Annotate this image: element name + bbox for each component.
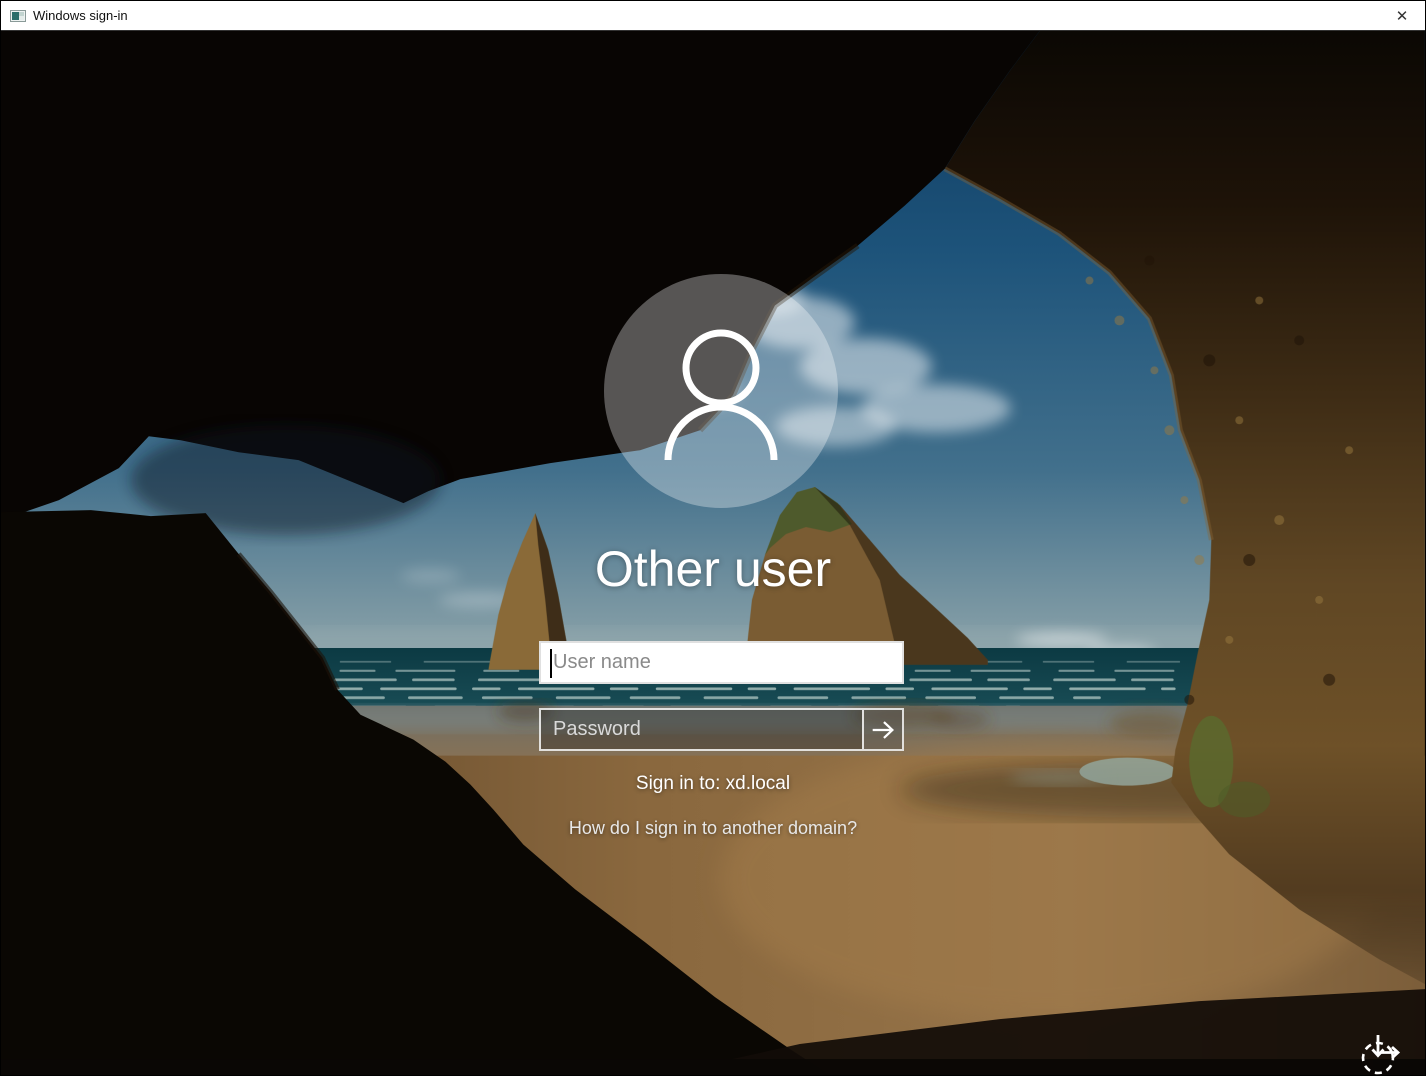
password-field-wrap: [539, 708, 904, 751]
sign-in-domain-text: Sign in to: xd.local: [1, 773, 1425, 795]
person-icon: [604, 274, 838, 508]
password-input[interactable]: [541, 710, 862, 749]
submit-button[interactable]: [862, 710, 902, 749]
windows-sign-in-window: Windows sign-in ✕: [0, 0, 1426, 1076]
close-icon: ✕: [1396, 7, 1409, 25]
sign-in-screen: Other user Sign in to: xd.local How do I…: [1, 31, 1425, 1075]
user-tile-label: Other user: [1, 540, 1425, 598]
username-input[interactable]: [541, 643, 902, 682]
titlebar[interactable]: Windows sign-in ✕: [1, 1, 1425, 31]
domain-help-link[interactable]: How do I sign in to another domain?: [1, 818, 1425, 839]
text-caret: [550, 649, 552, 678]
user-avatar: [604, 274, 838, 508]
submit-arrow-icon: [868, 716, 898, 744]
window-title: Windows sign-in: [33, 1, 128, 31]
app-icon: [10, 8, 26, 24]
close-button[interactable]: ✕: [1379, 1, 1425, 30]
ease-of-access-icon: [1358, 1032, 1402, 1075]
username-field-wrap: [539, 641, 904, 684]
ease-of-access-button[interactable]: [1358, 1032, 1402, 1075]
